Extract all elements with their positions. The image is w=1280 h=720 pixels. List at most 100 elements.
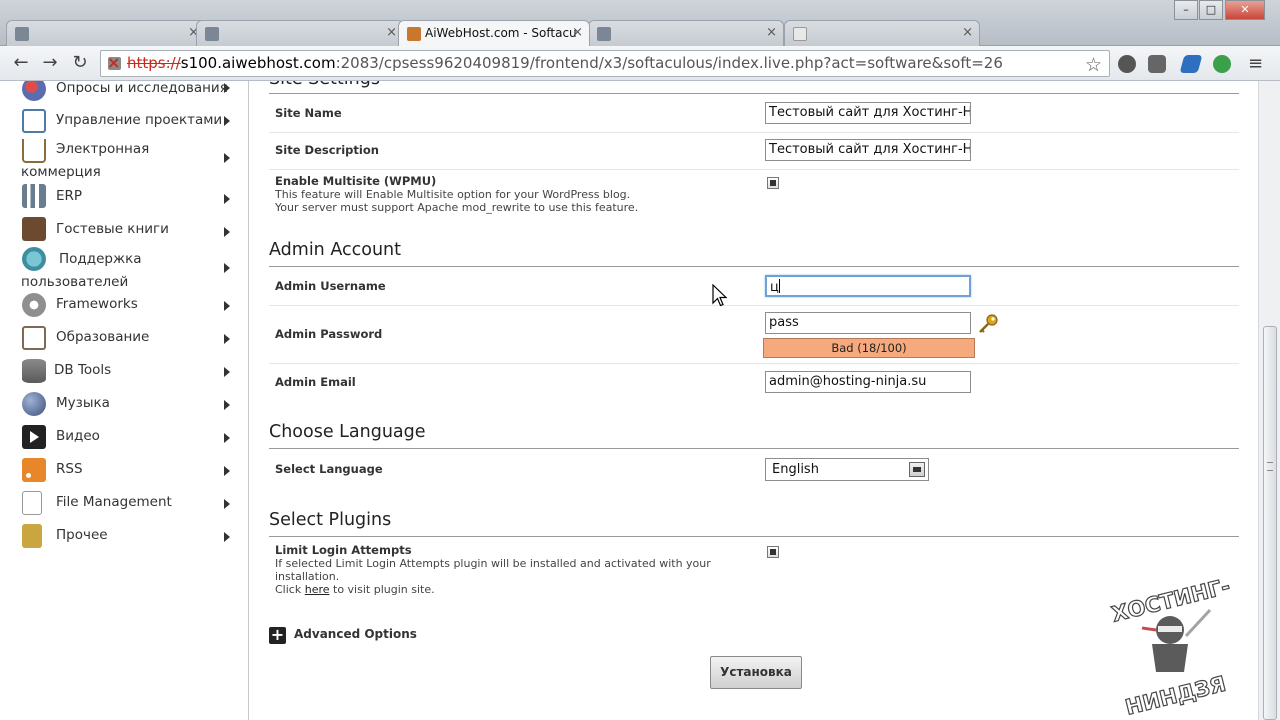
limit-login-help-line-2: installation. <box>275 570 340 583</box>
frameworks-icon <box>22 293 46 317</box>
section-title-select-plugins: Select Plugins <box>269 510 392 530</box>
category-sidebar: Опросы и исследования Управление проекта… <box>0 81 249 720</box>
chevron-right-icon <box>224 532 230 542</box>
site-description-label: Site Description <box>275 143 379 157</box>
limit-login-label: Limit Login Attempts <box>275 543 412 557</box>
guestbook-icon <box>22 217 46 241</box>
limit-login-help-line-3: Click here to visit plugin site. <box>275 583 435 596</box>
section-title-choose-language: Choose Language <box>269 422 426 442</box>
multisite-label: Enable Multisite (WPMU) <box>275 174 437 188</box>
tab-favicon-icon <box>15 27 29 41</box>
window-close-button[interactable]: ✕ <box>1225 0 1265 20</box>
chevron-right-icon <box>224 400 230 410</box>
site-name-field[interactable]: Тестовый сайт для Хостинг-Ниндзя <box>765 102 971 124</box>
site-name-label: Site Name <box>275 106 342 120</box>
expand-plus-icon[interactable]: + <box>269 627 286 644</box>
sidebar-item-music[interactable]: Музыка <box>0 392 248 418</box>
browser-tab-active[interactable]: AiWebHost.com - Softacu × <box>398 20 590 46</box>
limit-login-help-line-1: If selected Limit Login Attempts plugin … <box>275 557 711 570</box>
sidebar-item-file-management[interactable]: File Management <box>0 491 248 517</box>
advanced-options-toggle[interactable]: Advanced Options <box>294 627 417 641</box>
sidebar-item-db-tools[interactable]: DB Tools <box>0 359 248 385</box>
row-divider <box>269 363 1239 364</box>
admin-password-label: Admin Password <box>275 327 383 341</box>
mouse-cursor-icon <box>712 284 728 307</box>
bookmark-star-icon[interactable]: ☆ <box>1085 54 1102 76</box>
section-divider <box>269 536 1239 537</box>
browser-tab-4[interactable]: × <box>588 20 784 46</box>
address-bar[interactable]: https://s100.aiwebhost.com:2083/cpsess96… <box>100 50 1110 77</box>
admin-email-label: Admin Email <box>275 375 356 389</box>
sidebar-item-frameworks[interactable]: Frameworks <box>0 293 248 319</box>
language-select[interactable]: English <box>765 458 929 481</box>
multisite-help-line-1: This feature will Enable Multisite optio… <box>275 188 631 201</box>
window-maximize-button[interactable]: □ <box>1199 0 1223 20</box>
sidebar-item-ecommerce[interactable]: Электронная коммерция <box>0 139 248 183</box>
chevron-right-icon <box>224 301 230 311</box>
browser-tab-1[interactable]: × <box>6 20 206 46</box>
sidebar-item-video[interactable]: Видео <box>0 425 248 451</box>
text-caret <box>778 279 780 293</box>
multisite-checkbox[interactable] <box>767 177 779 189</box>
extension-icon[interactable] <box>1118 55 1136 73</box>
chevron-right-icon <box>224 263 230 273</box>
svg-text:НИНДЗЯ: НИНДЗЯ <box>1123 672 1228 715</box>
scrollbar-thumb[interactable] <box>1263 326 1277 720</box>
chevron-right-icon <box>224 153 230 163</box>
chevron-right-icon <box>224 116 230 126</box>
section-title-site-settings: Site Settings <box>269 81 380 89</box>
chevron-right-icon <box>224 227 230 237</box>
multisite-help-line-2: Your server must support Apache mod_rewr… <box>275 201 639 214</box>
tab-close-icon[interactable]: × <box>962 25 973 40</box>
limit-login-checkbox[interactable] <box>767 546 779 558</box>
admin-password-field[interactable]: pass <box>765 312 971 334</box>
extension-icon[interactable] <box>1148 55 1166 73</box>
row-divider <box>269 305 1239 306</box>
forward-arrow-icon[interactable]: → <box>39 53 61 75</box>
insecure-lock-icon <box>107 51 121 75</box>
sidebar-item-guestbooks[interactable]: Гостевые книги <box>0 217 248 243</box>
site-description-field[interactable]: Тестовый сайт для Хостинг-Ниндзя <box>765 139 971 161</box>
section-divider <box>269 93 1239 94</box>
ninja-logo-icon: ХОСТИНГ- НИНДЗЯ <box>1109 573 1233 720</box>
db-tools-icon <box>22 359 46 383</box>
file-icon <box>22 491 42 515</box>
chevron-right-icon <box>224 334 230 344</box>
polls-icon <box>22 81 46 101</box>
tab-close-icon[interactable]: × <box>766 25 777 40</box>
chevron-right-icon <box>224 466 230 476</box>
browser-tab-5[interactable]: × <box>784 20 980 46</box>
row-divider <box>269 132 1239 133</box>
install-button[interactable]: Установка <box>710 656 802 689</box>
section-divider <box>269 448 1239 449</box>
row-divider <box>269 169 1239 170</box>
sidebar-item-support[interactable]: Поддержка пользователей <box>0 247 248 291</box>
tab-close-icon[interactable]: × <box>386 25 397 40</box>
sidebar-item-misc[interactable]: Прочее <box>0 524 248 550</box>
vertical-scrollbar[interactable] <box>1258 81 1280 720</box>
chevron-right-icon <box>224 83 230 93</box>
generate-password-key-icon[interactable] <box>977 313 999 335</box>
tab-favicon-icon <box>407 27 421 41</box>
window-minimize-button[interactable]: – <box>1174 0 1198 20</box>
section-title-admin-account: Admin Account <box>269 240 401 260</box>
back-arrow-icon[interactable]: ← <box>10 53 32 75</box>
reload-icon[interactable]: ↻ <box>69 53 91 75</box>
sidebar-item-polls[interactable]: Опросы и исследования <box>0 81 248 103</box>
sidebar-item-project-management[interactable]: Управление проектами <box>0 109 248 135</box>
admin-username-field[interactable]: ц <box>765 275 971 297</box>
plugin-site-link[interactable]: here <box>305 583 330 596</box>
tab-close-icon[interactable]: × <box>572 25 583 40</box>
browser-tab-2[interactable]: × <box>196 20 404 46</box>
chevron-right-icon <box>224 194 230 204</box>
admin-email-field[interactable]: admin@hosting-ninja.su <box>765 371 971 393</box>
password-strength-meter: Bad (18/100) <box>763 338 975 358</box>
tab-favicon-icon <box>597 27 611 41</box>
hosting-ninja-watermark: ХОСТИНГ- НИНДЗЯ <box>1100 570 1240 720</box>
sidebar-item-erp[interactable]: ERP <box>0 184 248 210</box>
sidebar-item-rss[interactable]: RSS <box>0 458 248 484</box>
extension-icon[interactable] <box>1213 55 1231 73</box>
menu-icon[interactable]: ≡ <box>1248 53 1263 74</box>
cart-icon <box>22 139 46 163</box>
sidebar-item-education[interactable]: Образование <box>0 326 248 352</box>
